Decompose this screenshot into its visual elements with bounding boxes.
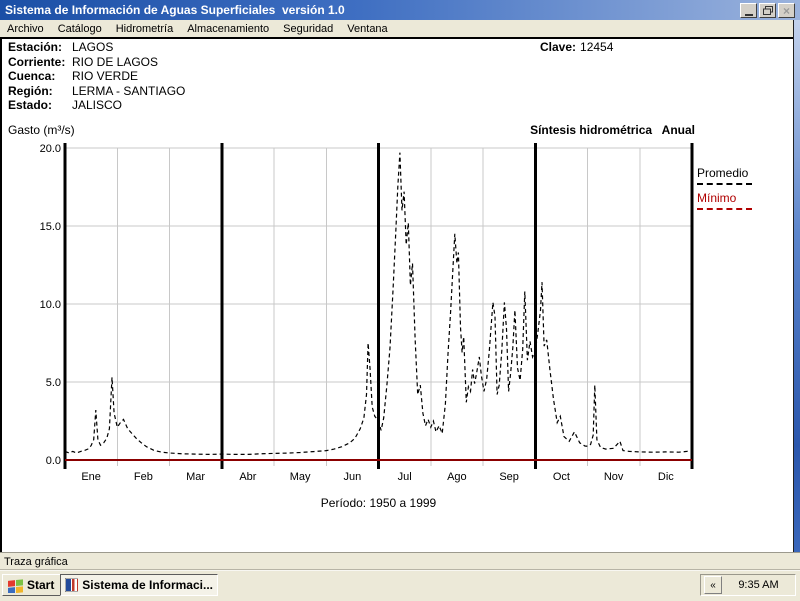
- menu-bar: Archivo Catálogo Hidrometría Almacenamie…: [0, 20, 800, 37]
- svg-text:Mar: Mar: [186, 471, 205, 483]
- menu-seguridad[interactable]: Seguridad: [276, 23, 340, 35]
- svg-text:Jul: Jul: [398, 471, 412, 483]
- chevron-left-icon: «: [710, 579, 716, 591]
- svg-text:Jun: Jun: [344, 471, 362, 483]
- legend-promedio-label: Promedio: [697, 166, 749, 180]
- svg-text:10.0: 10.0: [40, 299, 61, 311]
- field-value: LAGOS: [72, 40, 114, 54]
- svg-text:Abr: Abr: [239, 471, 256, 483]
- restore-button[interactable]: [759, 3, 776, 18]
- field-value: RIO VERDE: [72, 69, 139, 83]
- chart-legend: Promedio Mínimo: [697, 166, 752, 216]
- field-label: Estado:: [8, 98, 53, 112]
- hydrograph-chart: 0.0 5.0 10.0 15.0 20.0 Ene Feb Mar Abr May Jun Jul A…: [40, 143, 694, 483]
- svg-text:20.0: 20.0: [40, 143, 61, 155]
- system-tray: « 9:35 AM: [700, 574, 796, 596]
- info-row-cuenca: Cuenca: RIO VERDE: [8, 69, 185, 84]
- desktop: Sistema de Información de Aguas Superfic…: [0, 0, 800, 601]
- tray-clock: 9:35 AM: [738, 579, 779, 591]
- svg-text:Sep: Sep: [499, 471, 519, 483]
- field-value: RIO DE LAGOS: [72, 54, 159, 69]
- windows-logo-icon: [8, 578, 23, 593]
- task-button-sistema[interactable]: Sistema de Informaci...: [60, 574, 218, 596]
- start-label: Start: [27, 578, 55, 592]
- window-right-border: [793, 20, 800, 552]
- minimize-button[interactable]: [740, 3, 757, 18]
- close-icon: ×: [782, 3, 790, 18]
- legend-promedio-sample: [697, 183, 752, 185]
- window-controls: ×: [740, 3, 795, 18]
- window-title: Sistema de Información de Aguas Superfic…: [5, 3, 345, 17]
- minimize-icon: [744, 13, 753, 16]
- taskbar: Start Sistema de Informaci... « 9:35 AM: [0, 570, 800, 601]
- legend-minimo-label: Mínimo: [697, 191, 737, 205]
- svg-text:Dic: Dic: [658, 471, 674, 483]
- svg-text:5.0: 5.0: [46, 377, 61, 389]
- svg-text:0.0: 0.0: [46, 455, 61, 467]
- period-caption: Período: 1950 a 1999: [320, 496, 437, 510]
- clave-value: 12454: [580, 40, 614, 54]
- start-button[interactable]: Start: [2, 574, 63, 596]
- field-label: Corriente:: [8, 54, 66, 69]
- clave-field: Clave: 12454: [540, 40, 613, 54]
- info-row-estacion: Estación: LAGOS: [8, 40, 185, 55]
- menu-hidrometria[interactable]: Hidrometría: [109, 23, 180, 35]
- chart-title: Síntesis hidrométrica Anual: [530, 123, 695, 137]
- task-label: Sistema de Informaci...: [82, 578, 213, 592]
- legend-minimo-sample: [697, 208, 752, 210]
- field-value: LERMA - SANTIAGO: [72, 83, 186, 98]
- status-text: Traza gráfica: [4, 555, 68, 568]
- menu-ventana[interactable]: Ventana: [340, 23, 394, 35]
- field-value: JALISCO: [72, 98, 123, 112]
- field-label: Región:: [8, 83, 53, 98]
- field-label: Cuenca:: [8, 69, 56, 83]
- status-bar: Traza gráfica: [0, 552, 800, 570]
- clave-label: Clave:: [540, 40, 577, 54]
- tray-collapse-button[interactable]: «: [704, 576, 722, 594]
- close-button[interactable]: ×: [778, 3, 795, 18]
- restore-icon: [762, 6, 773, 15]
- app-icon: [65, 578, 79, 592]
- menu-catalogo[interactable]: Catálogo: [51, 23, 109, 35]
- svg-text:Feb: Feb: [134, 471, 153, 483]
- menu-almacenamiento[interactable]: Almacenamiento: [180, 23, 276, 35]
- svg-text:Nov: Nov: [604, 471, 624, 483]
- y-axis-title: Gasto (m³/s): [8, 123, 75, 137]
- info-row-region: Región: LERMA - SANTIAGO: [8, 84, 185, 99]
- field-label: Estación:: [8, 40, 63, 54]
- svg-text:May: May: [290, 471, 311, 483]
- station-info: Estación: LAGOS Corriente: RIO DE LAGOS Cu…: [8, 40, 185, 113]
- svg-text:15.0: 15.0: [40, 221, 61, 233]
- svg-text:Ago: Ago: [447, 471, 467, 483]
- svg-text:Oct: Oct: [553, 471, 570, 483]
- window-titlebar: Sistema de Información de Aguas Superfic…: [0, 0, 800, 20]
- info-row-estado: Estado: JALISCO: [8, 98, 185, 113]
- info-row-corriente: Corriente: RIO DE LAGOS: [8, 55, 185, 70]
- svg-text:Ene: Ene: [81, 471, 101, 483]
- menu-archivo[interactable]: Archivo: [0, 23, 51, 35]
